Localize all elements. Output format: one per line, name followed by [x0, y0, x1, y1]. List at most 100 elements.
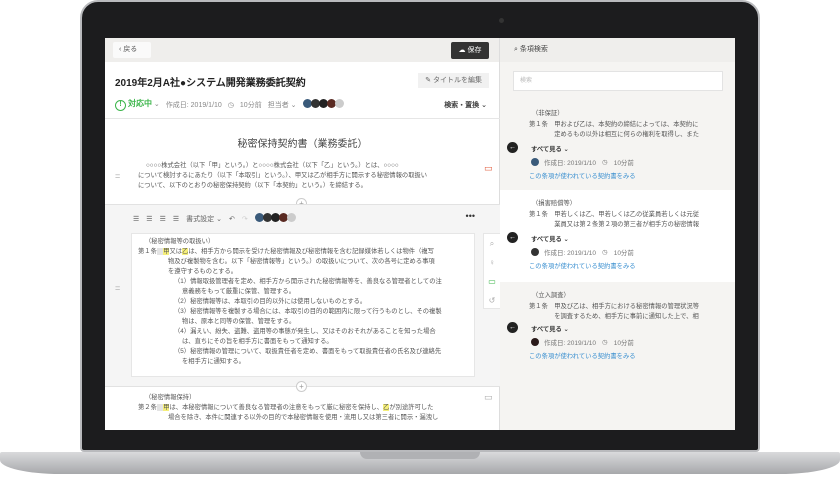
comment-icon[interactable]: ▭ — [484, 392, 493, 403]
clock-icon: ◷ — [602, 159, 608, 166]
align-left-icon[interactable]: ☰ — [133, 215, 139, 223]
see-all-label: すべて見る — [531, 236, 562, 243]
article-label: 第１条 — [138, 248, 157, 255]
status-dropdown[interactable]: ! 対応中 ⌄ — [115, 98, 160, 111]
article-line: 意義務をもって厳重に保管、管理する。 — [182, 288, 296, 295]
back-label: 戻る — [123, 46, 138, 53]
updated-time: 10分前 — [613, 340, 634, 347]
used-contracts-link[interactable]: この条項が使われている契約書をみる — [529, 261, 636, 270]
clause-heading: （立入調査） — [532, 292, 570, 299]
save-button[interactable]: ☁ 保存 — [451, 42, 489, 59]
clause-search-input[interactable]: 検索 — [513, 71, 723, 91]
article-1-editor[interactable]: （秘密情報等の取扱い） 第１条 甲又は乙は、相手方から開示を受けた秘密情報及び秘… — [131, 233, 475, 377]
assignee-avatars — [302, 99, 344, 110]
article-text: は、本秘密情報について善良なる管理者の注意をもって厳に秘密を保持し、 — [169, 404, 384, 411]
app-screen: ‹ 戻る ☁ 保存 2019年2月A社●システム開発業務委託契約 ✎ タイトルを… — [105, 38, 735, 430]
clause-line: 第１条 甲および乙は、本契約の締結によっては、本契約に — [529, 121, 699, 128]
clause-text: 第１条 甲及び乙は、相手方における秘密情報の管理状況等 を調査するため、相手方に… — [529, 302, 724, 322]
clause-line: 第１条 甲若しくは乙、甲若しくは乙の従業員若しくは元従 — [529, 211, 700, 218]
article-line: を相手方に通知する。 — [182, 358, 245, 365]
avatar-more[interactable] — [286, 213, 296, 222]
clause-card: （立入調査） 第１条 甲及び乙は、相手方における秘密情報の管理状況等 を調査する… — [500, 282, 735, 430]
search-icon[interactable]: ⌕ — [484, 234, 500, 253]
avatar — [531, 248, 539, 256]
preamble-line: について、以下のとおりの秘密保持契約（以下「本契約」という。）を締結する。 — [138, 182, 367, 189]
alert-icon: ! — [115, 100, 126, 111]
edit-title-button[interactable]: ✎ タイトルを編集 — [418, 73, 489, 88]
insert-clause-button[interactable]: ← — [507, 142, 518, 153]
article-line: は、直ちにその旨を相手方に書面をもって通知する。 — [182, 338, 333, 345]
align-right-icon[interactable]: ☰ — [160, 215, 166, 223]
updated-time: 10分前 — [613, 250, 634, 257]
format-dropdown[interactable]: 書式設定 ⌄ — [186, 214, 222, 224]
lightbulb-icon[interactable]: ♀ — [484, 253, 500, 272]
article-line: 物及び複製物を含む。以下「秘密情報等」という。）の取扱いについて、次の各号に定め… — [168, 258, 435, 265]
comment-icon[interactable]: ▭ — [484, 163, 493, 174]
article-line: 場合を除き、本件に関連する以外の目的で本秘密情報を使用・流用し又は第三者に開示・… — [168, 414, 439, 421]
status-row: ! 対応中 ⌄ 作成日: 2019/1/10 ◷ 10分前 担当者 ⌄ — [115, 98, 344, 111]
clause-heading: （非保証） — [532, 110, 564, 117]
drag-handle-icon[interactable]: = — [115, 171, 120, 181]
article-line: 物は、原本と同等の保管、管理をする。 — [182, 318, 296, 325]
drag-handle-icon[interactable]: = — [115, 283, 120, 293]
save-label: 保存 — [467, 47, 482, 54]
clause-line: 業員又は第２条第２項の第三者が相手方の秘密情報 — [529, 221, 700, 228]
see-all-button[interactable]: すべて見る ⌄ — [531, 234, 569, 243]
article-heading: （秘密情報保持） — [145, 394, 196, 401]
history-icon[interactable]: ↺ — [484, 291, 500, 310]
assignee-dropdown[interactable]: 担当者 ⌄ — [268, 100, 297, 110]
insert-clause-button[interactable]: ← — [507, 322, 518, 333]
back-button[interactable]: ‹ 戻る — [113, 42, 151, 58]
created-date: 作成日: 2019/1/10 — [165, 101, 222, 109]
article-line: （1）情報取扱管理者を定め、相手方から開示された秘密情報等を、善良なる管理者とし… — [174, 278, 442, 285]
avatar-more[interactable] — [334, 99, 344, 108]
divider — [105, 118, 500, 119]
see-all-button[interactable]: すべて見る ⌄ — [531, 144, 569, 153]
comment-icon[interactable]: ▭ — [484, 272, 500, 291]
created-date: 作成日: 2019/1/10 — [544, 250, 597, 257]
align-center-icon[interactable]: ☰ — [146, 215, 152, 223]
edit-title-label: タイトルを編集 — [433, 77, 482, 84]
block-side-tools: ⌕ ♀ ▭ ↺ — [483, 233, 501, 309]
article-2: （秘密情報保持） 第２条 甲は、本秘密情報について善良なる管理者の注意をもって厳… — [138, 393, 438, 423]
article-line: 第２条 甲は、本秘密情報について善良なる管理者の注意をもって厳に秘密を保持し、乙… — [138, 403, 438, 413]
article-label: 第２条 — [138, 404, 157, 411]
article-line: （5）秘密情報の管理について、取扱責任者を定め、書面をもって取扱責任者の氏名及び… — [174, 348, 442, 355]
updated-time: 10分前 — [239, 101, 262, 109]
article-line: （3）秘密情報等を複製する場合には、本取引の目的の範囲内に限って行うものとし、そ… — [174, 308, 442, 315]
undo-icon[interactable]: ↶ — [229, 215, 235, 223]
party-a: 甲 — [163, 248, 170, 255]
used-contracts-link[interactable]: この条項が使われている契約書をみる — [529, 351, 636, 360]
assignee-label: 担当者 — [267, 101, 289, 109]
preamble-line: について検討するにあたり（以下「本取引」という。）、甲又は乙が相手方に開示する秘… — [138, 172, 428, 179]
format-label: 書式設定 — [186, 215, 215, 223]
avatar — [531, 158, 539, 166]
used-contracts-link[interactable]: この条項が使われている契約書をみる — [529, 171, 636, 180]
clause-card: （非保証） 第１条 甲および乙は、本契約の締結によっては、本契約に 定めるもの以… — [500, 100, 735, 190]
avatar — [531, 338, 539, 346]
clause-text: 第１条 甲および乙は、本契約の締結によっては、本契約に 定めるもの以外は相互に何… — [529, 120, 724, 140]
created-date: 作成日: 2019/1/10 — [544, 160, 597, 167]
redo-icon[interactable]: ↷ — [242, 215, 248, 223]
block-avatars — [254, 213, 296, 224]
more-options-icon[interactable]: ••• — [466, 211, 475, 221]
preamble: ○○○○株式会社（以下「甲」という。）と○○○○株式会社（以下「乙」という。）と… — [138, 161, 427, 191]
align-justify-icon[interactable]: ☰ — [173, 215, 179, 223]
created-date: 作成日: 2019/1/10 — [544, 340, 597, 347]
insert-clause-button[interactable]: ← — [507, 232, 518, 243]
edit-icon: ✎ — [425, 77, 433, 84]
clause-line: を調査するため、相手方に事前に通知した上で、相 — [529, 313, 699, 320]
format-toolbar: ☰ ☰ ☰ ☰ 書式設定 ⌄ ↶ ↷ — [133, 213, 296, 224]
editor-pane: ‹ 戻る ☁ 保存 2019年2月A社●システム開発業務委託契約 ✎ タイトルを… — [105, 38, 501, 430]
add-block-button[interactable]: + — [296, 381, 307, 392]
status-label: 対応中 — [127, 99, 152, 108]
see-all-label: すべて見る — [531, 326, 562, 333]
search-replace-label: 検索・置換 — [444, 102, 480, 109]
panel-title: 条項検索 — [519, 46, 548, 53]
search-replace-button[interactable]: 検索・置換 ⌄ — [444, 100, 487, 110]
clause-text: 第１条 甲若しくは乙、甲若しくは乙の従業員若しくは元従 業員又は第２条第２項の第… — [529, 210, 724, 230]
clock-icon: ◷ — [227, 101, 234, 109]
clause-meta: 作成日: 2019/1/10 ◷ 10分前 — [531, 157, 634, 167]
article-line: を遵守するものとする。 — [168, 268, 238, 275]
see-all-button[interactable]: すべて見る ⌄ — [531, 324, 569, 333]
